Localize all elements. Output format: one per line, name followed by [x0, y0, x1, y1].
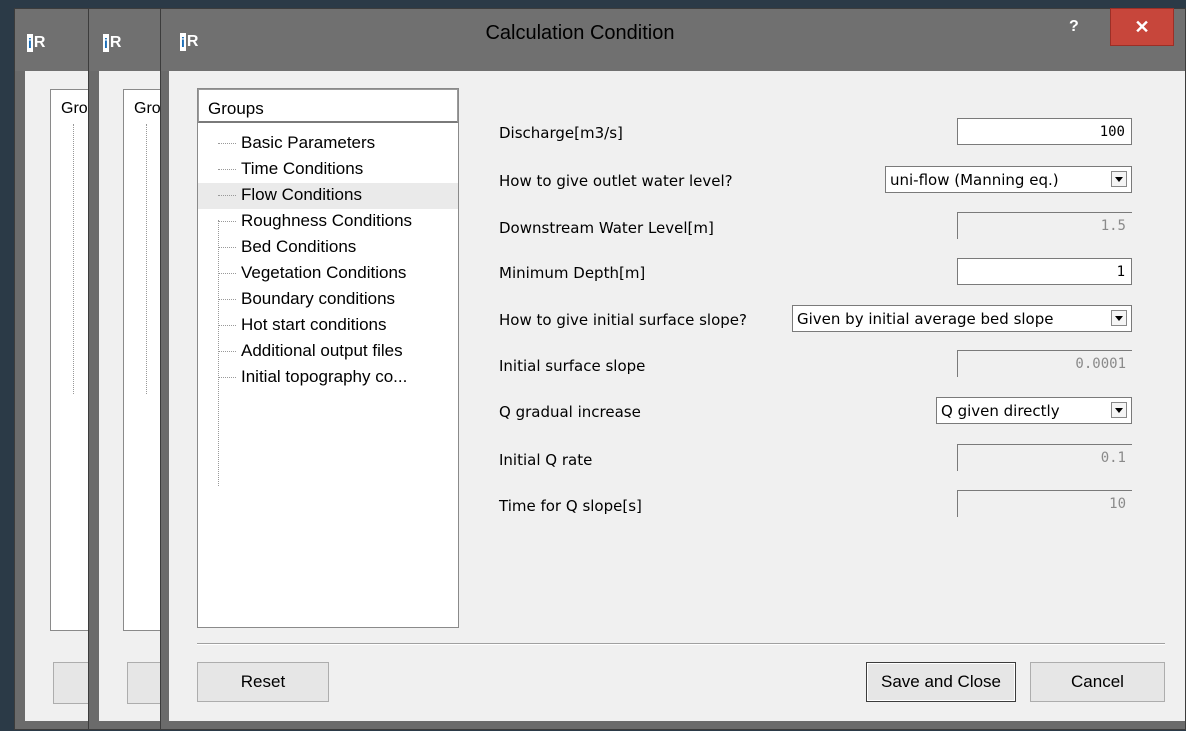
outlet-method-label: How to give outlet water level? [499, 172, 733, 190]
tree-item-label: Roughness Conditions [241, 211, 413, 230]
initial-q-rate-input[interactable]: 0.1 [957, 444, 1132, 471]
reset-button[interactable]: Reset [197, 662, 329, 702]
chevron-down-icon[interactable] [1111, 402, 1127, 418]
background-tree-header: Gro [61, 100, 88, 117]
tree-item-vegetation-conditions[interactable]: Vegetation Conditions [198, 261, 458, 287]
tree-item-bed-conditions[interactable]: Bed Conditions [198, 235, 458, 261]
slope-method-value: Given by initial average bed slope [797, 310, 1054, 328]
chevron-down-icon[interactable] [1111, 171, 1127, 187]
downstream-level-label: Downstream Water Level[m] [499, 219, 714, 237]
tree-item-initial-topography[interactable]: Initial topography co... [198, 365, 458, 391]
groups-tree-header[interactable]: Groups [198, 89, 458, 123]
slope-method-select[interactable]: Given by initial average bed slope [792, 305, 1132, 332]
app-logo-icon: iR [27, 34, 46, 52]
tree-item-flow-conditions[interactable]: Flow Conditions [198, 183, 458, 209]
q-slope-time-label: Time for Q slope[s] [499, 497, 642, 515]
min-depth-input[interactable]: 1 [957, 258, 1132, 285]
initial-q-rate-label: Initial Q rate [499, 451, 593, 469]
outlet-method-value: uni-flow (Manning eq.) [890, 171, 1059, 189]
cancel-button[interactable]: Cancel [1030, 662, 1165, 702]
downstream-level-input[interactable]: 1.5 [957, 212, 1132, 239]
tree-item-label: Bed Conditions [241, 237, 357, 256]
app-logo-icon: iR [180, 33, 199, 51]
discharge-label: Discharge[m3/s] [499, 124, 623, 142]
q-slope-time-input[interactable]: 10 [957, 490, 1132, 517]
chevron-down-icon[interactable] [1111, 310, 1127, 326]
tree-item-label: Time Conditions [241, 159, 364, 178]
close-button[interactable]: ✕ [1110, 8, 1174, 46]
save-and-close-button[interactable]: Save and Close [866, 662, 1016, 702]
q-increase-label: Q gradual increase [499, 403, 641, 421]
q-increase-value: Q given directly [941, 402, 1060, 420]
dialog-title: Calculation Condition [485, 22, 675, 44]
tree-item-hot-start-conditions[interactable]: Hot start conditions [198, 313, 458, 339]
initial-slope-input[interactable]: 0.0001 [957, 350, 1132, 377]
initial-slope-label: Initial surface slope [499, 357, 646, 375]
min-depth-label: Minimum Depth[m] [499, 264, 646, 282]
tree-item-basic-parameters[interactable]: Basic Parameters [198, 131, 458, 157]
app-logo-icon: iR [103, 34, 122, 52]
tree-item-label: Hot start conditions [241, 315, 387, 334]
groups-tree[interactable]: Groups Basic Parameters Time Conditions … [197, 88, 459, 628]
tree-item-label: Basic Parameters [241, 133, 376, 152]
help-button[interactable]: ? [1069, 18, 1079, 36]
tree-item-additional-output-files[interactable]: Additional output files [198, 339, 458, 365]
tree-item-label: Vegetation Conditions [241, 263, 407, 282]
discharge-input[interactable]: 100 [957, 118, 1132, 145]
separator [197, 643, 1165, 645]
q-increase-select[interactable]: Q given directly [936, 397, 1132, 424]
background-tree-header: Gro [134, 100, 161, 117]
tree-item-label: Initial topography co... [241, 367, 408, 386]
tree-item-time-conditions[interactable]: Time Conditions [198, 157, 458, 183]
tree-item-label: Boundary conditions [241, 289, 396, 308]
slope-method-label: How to give initial surface slope? [499, 311, 747, 329]
close-icon: ✕ [1134, 16, 1150, 37]
tree-item-label: Additional output files [241, 341, 403, 360]
tree-item-label: Flow Conditions [241, 185, 362, 204]
tree-item-boundary-conditions[interactable]: Boundary conditions [198, 287, 458, 313]
tree-item-roughness-conditions[interactable]: Roughness Conditions [198, 209, 458, 235]
outlet-method-select[interactable]: uni-flow (Manning eq.) [885, 166, 1132, 193]
